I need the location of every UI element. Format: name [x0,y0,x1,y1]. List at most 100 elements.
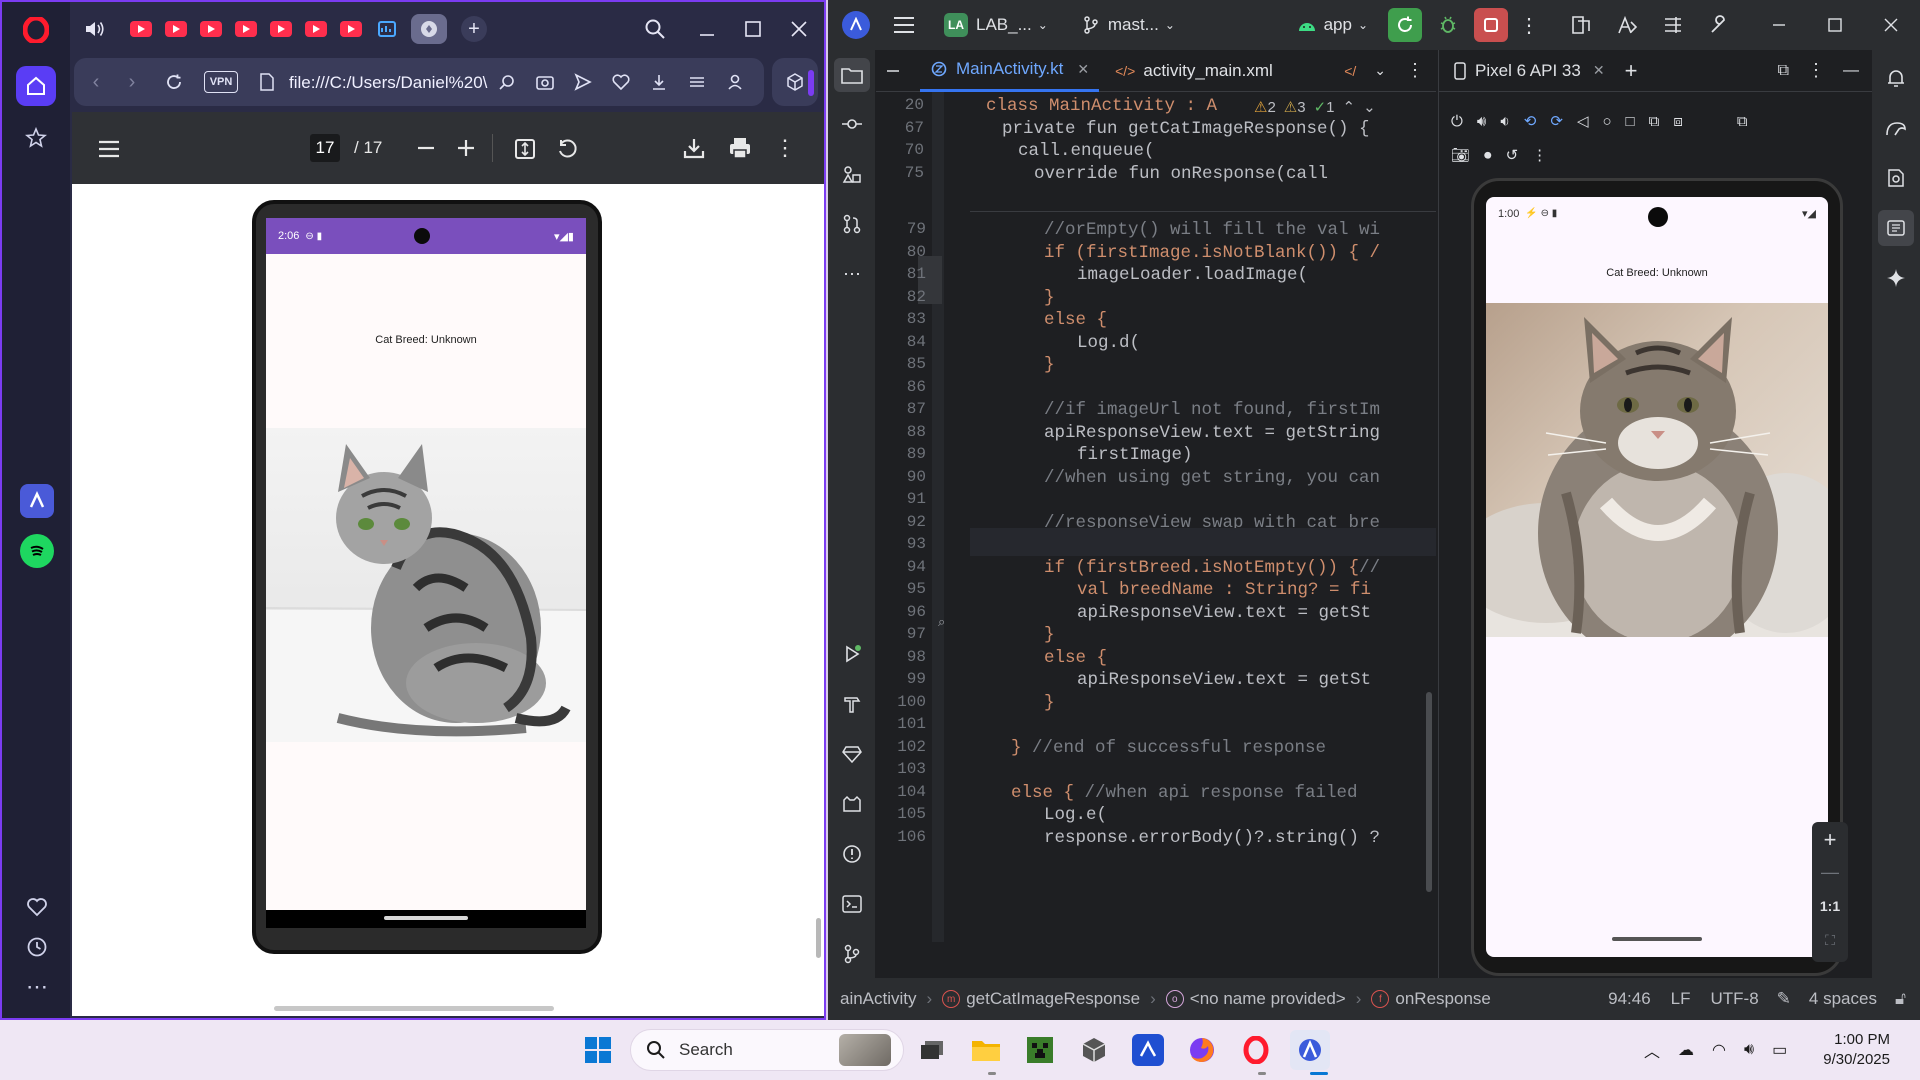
minimize-icon[interactable] [692,14,722,44]
task-view-icon[interactable] [912,1030,952,1070]
open-external-icon[interactable]: ⧉ [1778,62,1789,80]
rotate-right-icon[interactable]: ⟳ [1550,112,1563,130]
print-icon[interactable] [726,134,754,162]
screen-record-icon[interactable]: ⏺ [1484,147,1492,164]
sticky-code-line[interactable]: call.enqueue( [1018,141,1155,161]
download-icon[interactable] [646,70,672,94]
main-menu-icon[interactable] [890,11,918,39]
run-config-selector[interactable]: app ⌄ [1290,10,1374,40]
tab-search-icon[interactable] [640,14,670,44]
more-actions-icon[interactable]: ⋮ [1518,10,1540,40]
sticky-code-line[interactable]: class MainActivity : A [986,96,1217,116]
breadcrumb-method[interactable]: getCatImageResponse [966,989,1140,1009]
tab-mainactivity[interactable]: MainActivity.kt ✕ [920,50,1100,92]
power-icon[interactable]: ⏻ [1451,113,1463,130]
prev-highlight-icon[interactable]: ⌃ [1343,98,1356,116]
project-folder-icon[interactable] [834,58,870,92]
firefox-icon[interactable] [1182,1030,1222,1070]
maximize-icon[interactable] [738,14,768,44]
device-tab-label[interactable]: Pixel 6 API 33 [1475,61,1581,81]
home-icon[interactable] [16,66,56,106]
android-studio-app-icon[interactable] [20,484,54,518]
sticky-code-line[interactable]: override fun onResponse(call [1034,164,1328,184]
problems-icon[interactable] [838,840,866,868]
running-devices-icon[interactable] [1878,210,1914,246]
editor-scrollbar[interactable] [1426,212,1432,892]
home-circle-icon[interactable]: ○ [1602,113,1611,130]
tab-more-icon[interactable]: ⋮ [1406,60,1424,81]
indent-setting[interactable]: 4 spaces [1809,989,1877,1009]
send-icon[interactable] [570,70,596,94]
caret-position[interactable]: 94:46 [1608,989,1651,1009]
maximize-icon[interactable] [1820,10,1850,40]
snapshot-camera-icon[interactable] [532,70,558,94]
add-device-plus-icon[interactable]: + [1625,58,1638,84]
breadcrumb-function[interactable]: onResponse [1395,989,1490,1009]
close-icon[interactable] [784,14,814,44]
volume-up-icon[interactable]: 🔊︎ [1477,113,1486,130]
epic-cube-icon[interactable] [1074,1030,1114,1070]
reload-icon[interactable] [162,70,186,94]
minimize-icon[interactable] [1764,10,1794,40]
download-pdf-icon[interactable] [680,134,708,162]
gradle-icon[interactable] [1882,114,1910,142]
emulator-more-icon[interactable]: ⋮ [1532,146,1547,164]
speaker-icon[interactable] [82,16,108,42]
layout-inspector-icon[interactable] [1658,10,1688,40]
easy-setup-icon[interactable] [684,70,710,94]
volume-down-icon[interactable]: 🔉︎ [1500,113,1509,130]
gem-icon[interactable] [838,740,866,768]
youtube-tab-icon[interactable] [200,21,222,37]
file-explorer-icon[interactable] [966,1030,1006,1070]
pdf-vscrollbar[interactable] [814,184,824,1016]
apply-changes-restart-icon[interactable] [1388,8,1422,42]
profile-icon[interactable] [722,70,748,94]
settings-wrench-icon[interactable] [1704,10,1734,40]
pdf-hscrollbar[interactable] [72,1002,814,1016]
pinboard-star-icon[interactable] [16,118,56,158]
zoom-actual-size[interactable]: 1:1 [1814,894,1846,918]
start-windows-icon[interactable] [580,1032,616,1068]
inspection-widget[interactable]: ⚠2 ⚠3 ✓1 ⌃ ⌄ [1254,98,1376,116]
mirror-icon[interactable]: ⧉ [1737,113,1748,130]
zoom-fit-icon[interactable]: ⛶ [1818,928,1842,952]
file-encoding[interactable]: UTF-8 [1711,989,1759,1009]
tab-activity-main[interactable]: </> activity_main.xml [1105,50,1283,92]
screenshot-camera-icon[interactable]: 📷︎ [1451,146,1470,164]
reset-icon[interactable]: ↺ [1506,146,1519,164]
history-clock-icon[interactable] [24,934,50,960]
youtube-tab-icon[interactable] [130,21,152,37]
zoom-in-icon[interactable] [454,136,478,160]
ai-gutter-icon[interactable]: ⌕ [938,614,958,634]
back-triangle-icon[interactable]: ◁ [1577,112,1589,130]
more-dots-icon[interactable]: ⋯ [24,974,50,1000]
breadcrumb-object[interactable]: <no name provided> [1190,989,1346,1009]
doc-tab-icon[interactable] [375,17,399,41]
run-tool-icon[interactable] [838,640,866,668]
onedrive-cloud-icon[interactable]: ☁ [1678,1040,1694,1060]
resource-manager-icon[interactable] [838,160,866,188]
new-tab-plus-icon[interactable]: + [461,16,487,42]
taskbar-search[interactable]: Search [630,1029,904,1071]
system-clock[interactable]: 1:00 PM 9/30/2025 [1823,1030,1890,1070]
close-device-tab-icon[interactable]: ✕ [1593,62,1605,79]
hide-panel-icon[interactable]: — [1843,62,1859,80]
notifications-bell-icon[interactable] [1882,64,1910,92]
tray-overflow-chevron-icon[interactable]: ︿ [1644,1038,1660,1062]
device-manager-icon[interactable] [1566,10,1596,40]
opera-taskbar-icon[interactable] [1236,1030,1276,1070]
more-vert-icon[interactable]: ⋮ [772,134,798,162]
battery-icon[interactable]: ▭ [1772,1040,1787,1060]
zoom-out-icon[interactable]: — [1818,860,1842,884]
editor-scroll-thumb[interactable] [1426,692,1432,892]
lock-icon[interactable]: 🔓︎ [1895,989,1906,1009]
build-hammer-icon[interactable] [838,690,866,718]
url-text[interactable]: file:///C:/Users/Daniel%20\ [289,73,489,93]
close-icon[interactable] [1876,10,1906,40]
pdf-hscroll-thumb[interactable] [274,1006,554,1011]
collapse-icon[interactable] [882,60,904,82]
bookmark-heart-icon[interactable] [608,70,634,94]
project-selector[interactable]: LA LAB_... ⌄ [938,10,1054,40]
youtube-tab-icon[interactable] [305,21,327,37]
rotate-left-icon[interactable]: ⟲ [1524,112,1537,130]
